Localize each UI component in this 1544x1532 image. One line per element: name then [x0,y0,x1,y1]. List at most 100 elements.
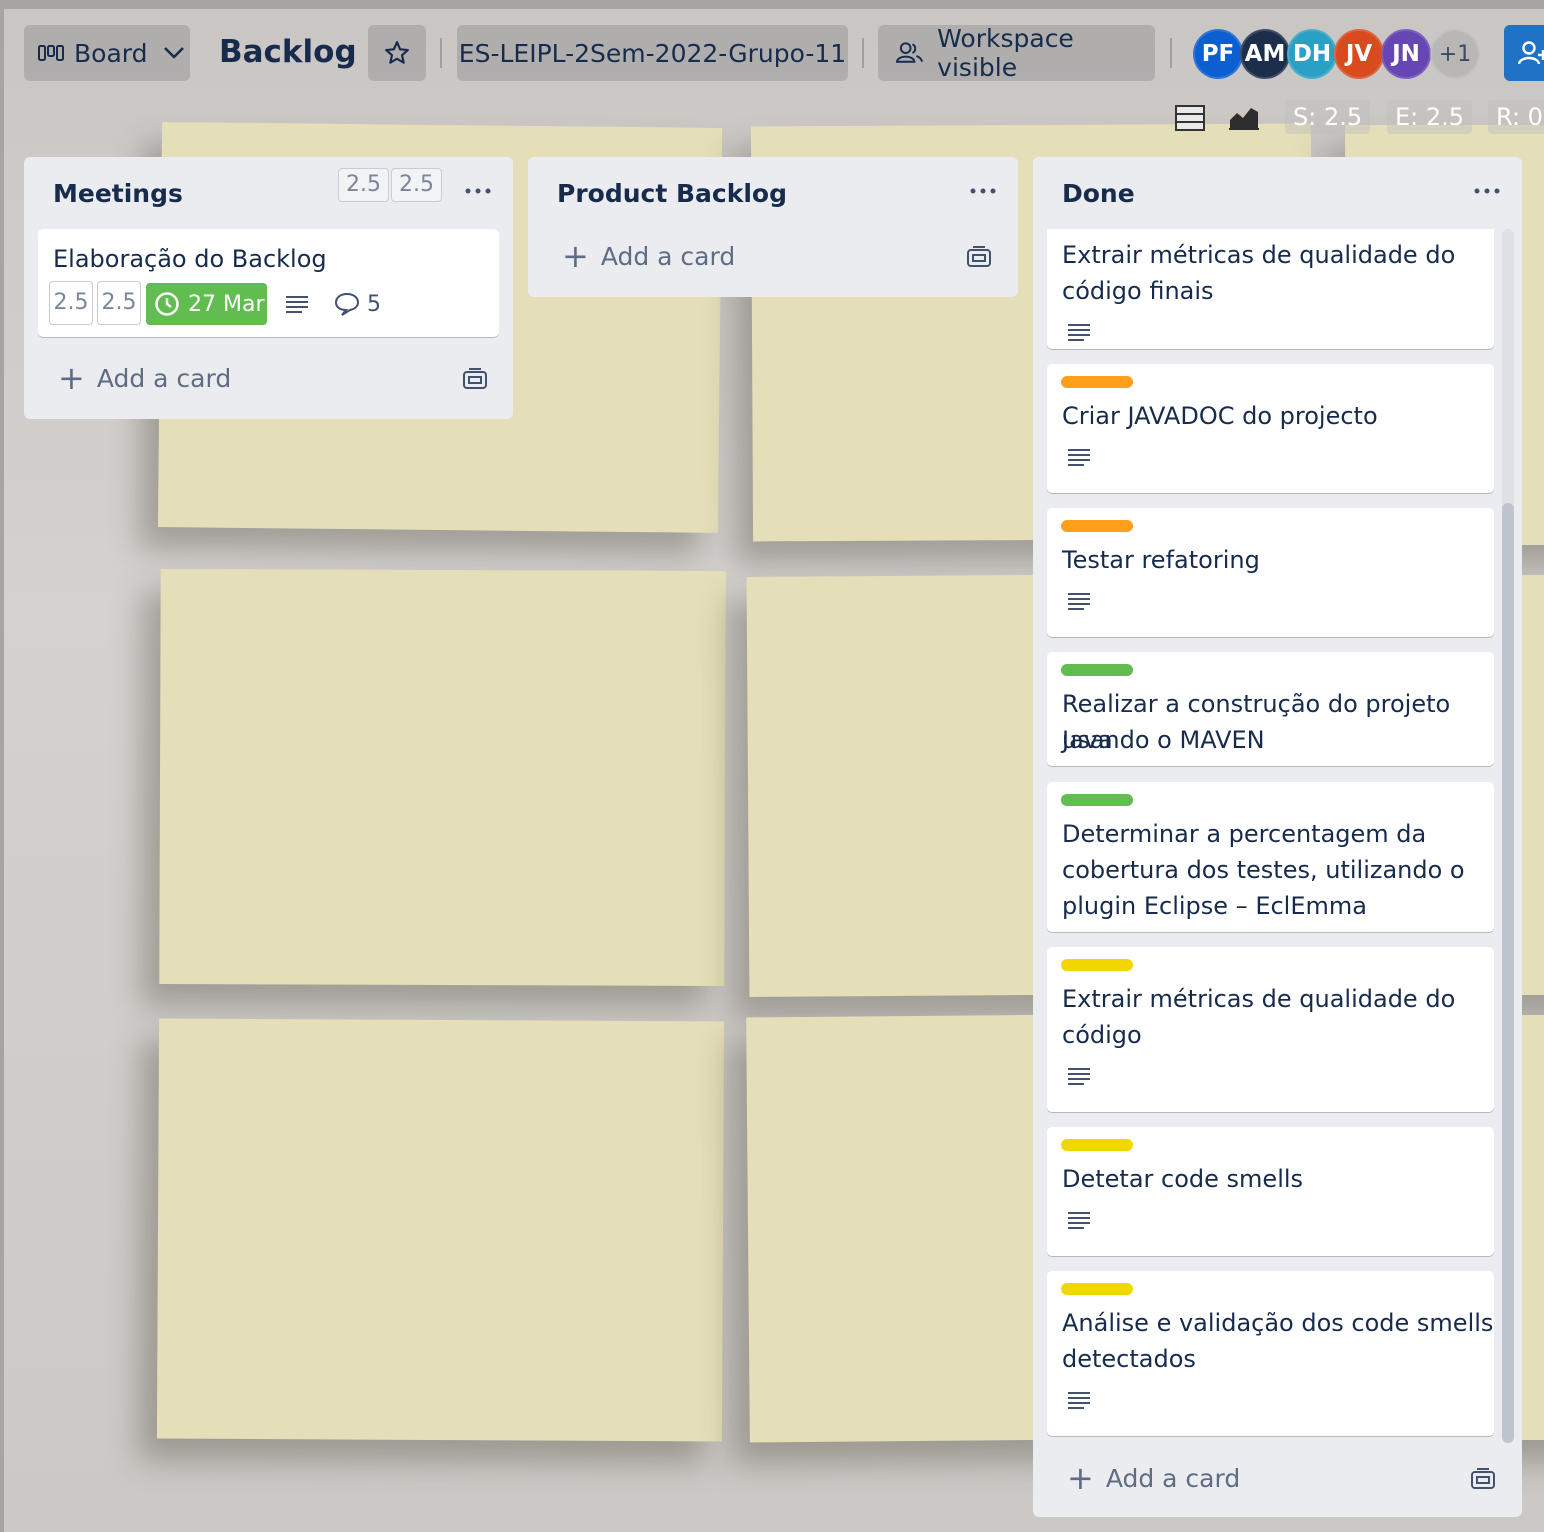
more-icon [970,188,996,194]
card-label[interactable] [1061,959,1133,971]
add-card-button[interactable]: + Add a card [1067,1462,1240,1494]
card-estimate-badge: 2.5 [97,281,141,325]
done-card[interactable]: Determinar a percentagem da cobertura dos… [1047,782,1494,932]
card-title-line: cobertura dos testes, utilizando o [1062,856,1465,884]
visibility-label: Workspace visible [937,24,1074,82]
comment-count: 5 [367,292,381,317]
visibility-button[interactable]: Workspace visible [878,24,1155,82]
done-card[interactable]: Criar JAVADOC do projecto [1047,364,1494,493]
card-title-line: código [1062,1021,1142,1049]
add-member-icon [1518,41,1544,65]
card-label[interactable] [1061,376,1133,388]
member-avatar-jv[interactable]: JV [1334,29,1384,79]
plus-icon: + [562,237,589,275]
list-estimate-badge: 2.5 [391,168,442,202]
card-title-line: Extrair métricas de qualidade do [1062,985,1456,1013]
done-card[interactable]: Detetar code smells [1047,1127,1494,1256]
list-menu-button[interactable] [970,171,996,201]
card-title-line: plugin Eclipse – EclEmma [1062,892,1367,920]
list-title[interactable]: Done [1062,179,1135,208]
add-card-label: Add a card [96,363,232,393]
description-icon [1068,1392,1090,1409]
card-template-icon[interactable] [1470,1468,1496,1492]
stat-s: S: 2.5 [1285,100,1371,134]
done-card[interactable]: Extrair métricas de qualidade do código f… [1047,229,1494,349]
card-title-line: usando o MAVEN [1062,726,1265,754]
card-title-line: Detetar code smells [1062,1165,1304,1193]
star-icon [385,41,409,64]
stat-e: E: 2.5 [1387,100,1473,134]
more-icon [1474,188,1500,194]
sticky-note [159,569,726,986]
done-card[interactable]: Testar refatoring [1047,508,1494,637]
list-estimate-badge: 2.5 [338,168,389,202]
description-icon [286,296,308,313]
done-card-list: Extrair métricas de qualidade do código f… [1047,229,1494,1439]
plus-icon: + [58,359,85,397]
due-date-badge[interactable]: 27 Mar [146,283,267,325]
sticky-note [156,1018,725,1442]
list-menu-button[interactable] [1474,171,1500,201]
more-icon [465,188,491,194]
card-title-line: Determinar a percentagem da [1062,820,1427,848]
card-label[interactable] [1061,794,1133,806]
comment-icon [334,292,360,316]
star-board-button[interactable] [368,25,426,81]
workspace-label: ES-LEIPL-2Sem-2022-Grupo-11 [458,38,847,68]
add-card-button[interactable]: + Add a card [58,362,231,394]
list-menu-button[interactable] [465,171,491,201]
stat-r: R: 0 [1488,100,1544,134]
member-avatar-am[interactable]: AM [1240,29,1290,79]
add-card-label: Add a card [1105,1463,1241,1493]
card-title-line: Criar JAVADOC do projecto [1062,402,1378,430]
board-title[interactable]: Backlog [219,34,357,70]
people-icon [896,42,924,63]
card-label[interactable] [1061,1283,1133,1295]
card-title-line: código finais [1062,277,1214,305]
description-icon [1068,449,1090,466]
card-title-line: detectados [1062,1345,1196,1373]
scrollbar-thumb[interactable] [1502,503,1514,1443]
card-title-line: Análise e validação dos code smells [1062,1309,1494,1337]
card-title-line: Extrair métricas de qualidade do [1062,241,1456,269]
description-icon [1068,593,1090,610]
member-avatar-jn[interactable]: JN [1381,29,1431,79]
left-border [0,0,4,1532]
card-label[interactable] [1061,520,1133,532]
board-view-button[interactable]: Board [24,25,190,81]
card-template-icon[interactable] [462,368,488,392]
table-view-icon[interactable] [1173,100,1207,134]
list-title[interactable]: Meetings [53,179,183,208]
due-date-label: 27 Mar [188,291,265,317]
header-divider [1170,38,1172,68]
member-avatar-dh[interactable]: DH [1287,29,1337,79]
done-card[interactable]: Análise e validação dos code smells detec… [1047,1271,1494,1436]
add-card-button[interactable]: + Add a card [562,240,735,272]
description-icon [1068,1212,1090,1229]
done-card[interactable]: Extrair métricas de qualidade do código [1047,947,1494,1112]
card-estimate-badge: 2.5 [49,281,93,325]
more-members-avatar[interactable]: +1 [1430,29,1480,79]
share-button[interactable] [1504,25,1544,81]
chart-icon[interactable] [1227,100,1261,134]
description-icon [1068,1068,1090,1085]
description-icon [1068,324,1090,341]
chevron-down-icon [164,47,185,59]
board-view-label: Board [74,38,148,68]
card-label[interactable] [1061,1139,1133,1151]
done-card[interactable]: Realizar a construção do projeto Java usa… [1047,652,1494,766]
header-divider [440,38,442,68]
workspace-button[interactable]: ES-LEIPL-2Sem-2022-Grupo-11 [457,25,848,81]
card-label[interactable] [1061,664,1133,676]
card-elaboracao-backlog[interactable]: Elaboração do Backlog 2.5 2.5 27 Mar 5 [38,229,499,337]
add-card-label: Add a card [600,241,736,271]
list-product-backlog: Product Backlog [528,157,1018,297]
card-template-icon[interactable] [966,246,992,270]
card-title-line: Testar refatoring [1062,546,1260,574]
board-view-icon [38,45,64,61]
member-avatar-pf[interactable]: PF [1193,29,1243,79]
header-divider [862,38,864,68]
clock-icon [155,292,179,316]
plus-icon: + [1067,1459,1094,1497]
list-title[interactable]: Product Backlog [557,179,787,208]
